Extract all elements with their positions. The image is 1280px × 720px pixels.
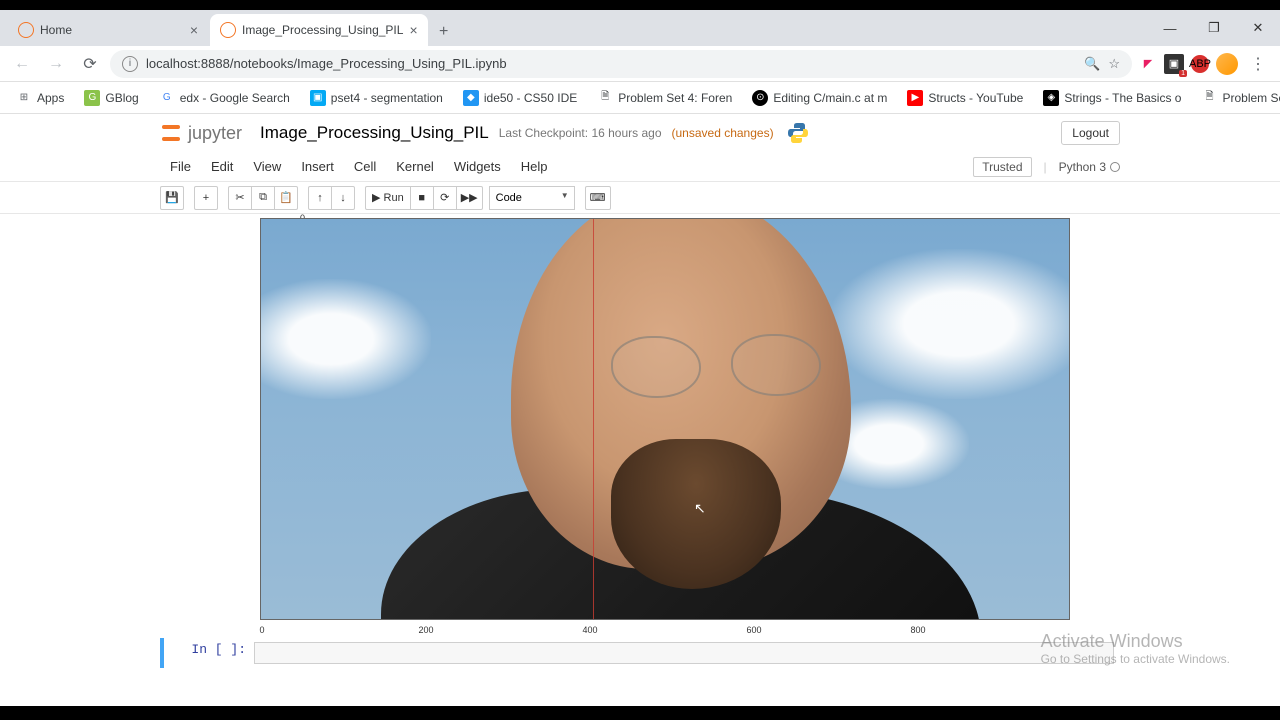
- run-button[interactable]: ▶ Run: [365, 186, 411, 210]
- bookmark-github[interactable]: ⊙Editing C/main.c at m: [744, 86, 895, 110]
- jupyter-favicon-icon: [220, 22, 236, 38]
- notebook-name[interactable]: Image_Processing_Using_PIL: [260, 123, 489, 143]
- x-tick: 0: [259, 625, 264, 635]
- copy-button[interactable]: ⧉: [251, 186, 275, 210]
- close-tab-icon[interactable]: ×: [409, 22, 417, 38]
- page-icon: 🗎: [1201, 90, 1217, 106]
- kernel-idle-icon: [1110, 162, 1120, 172]
- restart-button[interactable]: ⟳: [433, 186, 457, 210]
- bookmark-ide50[interactable]: ◆ide50 - CS50 IDE: [455, 86, 585, 110]
- google-icon: G: [159, 90, 175, 106]
- tab-title: Image_Processing_Using_PIL: [242, 23, 403, 37]
- bookmark-pset4[interactable]: ▣pset4 - segmentation: [302, 86, 451, 110]
- youtube-icon: ▶: [907, 90, 923, 106]
- bookmark-icon: G: [84, 90, 100, 106]
- url-text: localhost:8888/notebooks/Image_Processin…: [146, 56, 507, 71]
- browser-tab-home[interactable]: Home ×: [8, 14, 208, 46]
- extension-icon[interactable]: ◤: [1138, 54, 1158, 74]
- kernel-indicator[interactable]: Python 3: [1059, 160, 1120, 174]
- page-icon: 🗎: [597, 90, 613, 106]
- close-tab-icon[interactable]: ×: [190, 22, 198, 38]
- bookmarks-bar: ⊞ Apps GGBlog Gedx - Google Search ▣pset…: [0, 82, 1280, 114]
- bookmark-pset4-foren[interactable]: 🗎Problem Set 4: Foren: [589, 86, 740, 110]
- matplotlib-output: 0 100 200 300 400 0 200 400 60: [260, 218, 1120, 620]
- forward-button[interactable]: →: [42, 50, 70, 78]
- bookmark-youtube[interactable]: ▶Structs - YouTube: [899, 86, 1031, 110]
- adblock-icon[interactable]: ABP: [1190, 54, 1210, 74]
- address-row: ← → ⟳ i localhost:8888/notebooks/Image_P…: [0, 46, 1280, 82]
- window-controls: — ❐ ✕: [1148, 10, 1280, 46]
- maximize-button[interactable]: ❐: [1192, 12, 1236, 44]
- extension-icon[interactable]: ▣1: [1164, 54, 1184, 74]
- menu-bar: File Edit View Insert Cell Kernel Widget…: [0, 152, 1280, 182]
- interrupt-button[interactable]: ■: [410, 186, 434, 210]
- image-plot: [260, 218, 1070, 620]
- menu-insert[interactable]: Insert: [291, 155, 344, 178]
- restart-run-all-button[interactable]: ▶▶: [456, 186, 483, 210]
- github-icon: ⊙: [752, 90, 768, 106]
- jupyter-header: jupyter Image_Processing_Using_PIL Last …: [0, 114, 1280, 152]
- command-palette-button[interactable]: ⌨: [585, 186, 611, 210]
- cell-output: 0 100 200 300 400 0 200 400 60: [160, 214, 1120, 620]
- browser-tab-notebook[interactable]: Image_Processing_Using_PIL ×: [210, 14, 428, 46]
- x-tick: 600: [746, 625, 761, 635]
- add-cell-button[interactable]: +: [194, 186, 218, 210]
- save-button[interactable]: 💾: [160, 186, 184, 210]
- bookmark-icon: ◈: [1043, 90, 1059, 106]
- search-in-page-icon[interactable]: 🔍: [1084, 56, 1100, 72]
- bookmark-edx[interactable]: Gedx - Google Search: [151, 86, 298, 110]
- address-bar[interactable]: i localhost:8888/notebooks/Image_Process…: [110, 50, 1132, 78]
- apps-button[interactable]: ⊞ Apps: [8, 86, 72, 110]
- profile-avatar[interactable]: [1216, 53, 1238, 75]
- site-info-icon[interactable]: i: [122, 56, 138, 72]
- close-window-button[interactable]: ✕: [1236, 12, 1280, 44]
- menu-cell[interactable]: Cell: [344, 155, 386, 178]
- tab-title: Home: [40, 23, 72, 37]
- bookmark-strings[interactable]: ◈Strings - The Basics o: [1035, 86, 1189, 110]
- cell-type-select[interactable]: Code: [489, 186, 575, 210]
- move-up-button[interactable]: ↑: [308, 186, 332, 210]
- x-tick: 400: [582, 625, 597, 635]
- chrome-menu-button[interactable]: ⋮: [1244, 50, 1272, 78]
- code-input[interactable]: [254, 642, 1114, 664]
- bookmark-pset5[interactable]: 🗎Problem Set 5: Mispe: [1193, 86, 1280, 110]
- bookmark-star-icon[interactable]: ☆: [1108, 56, 1120, 72]
- back-button[interactable]: ←: [8, 50, 36, 78]
- unsaved-indicator: (unsaved changes): [672, 126, 774, 140]
- jupyter-logo-icon: [160, 122, 182, 144]
- vertical-line-marker: [593, 219, 594, 619]
- toolbar: 💾 + ✂ ⧉ 📋 ↑ ↓ ▶ Run ■ ⟳ ▶▶ Code ⌨: [0, 182, 1280, 214]
- page-content: jupyter Image_Processing_Using_PIL Last …: [0, 114, 1280, 706]
- menu-kernel[interactable]: Kernel: [386, 155, 444, 178]
- apps-grid-icon: ⊞: [16, 90, 32, 106]
- cs50-icon: ◆: [463, 90, 479, 106]
- code-cell[interactable]: In [ ]:: [160, 638, 1120, 668]
- menu-view[interactable]: View: [243, 155, 291, 178]
- cut-button[interactable]: ✂: [228, 186, 252, 210]
- menu-edit[interactable]: Edit: [201, 155, 243, 178]
- paste-button[interactable]: 📋: [274, 186, 298, 210]
- python-logo-icon: [784, 119, 812, 147]
- menu-widgets[interactable]: Widgets: [444, 155, 511, 178]
- windows-activation-watermark: Activate Windows Go to Settings to activ…: [1041, 631, 1230, 666]
- bookmark-icon: ▣: [310, 90, 326, 106]
- tab-bar: Home × Image_Processing_Using_PIL × +: [0, 10, 1280, 46]
- bookmark-gblog[interactable]: GGBlog: [76, 86, 146, 110]
- move-down-button[interactable]: ↓: [331, 186, 355, 210]
- input-prompt: In [ ]:: [164, 642, 254, 664]
- checkpoint-text: Last Checkpoint: 16 hours ago: [499, 126, 662, 140]
- notebook-body: 0 100 200 300 400 0 200 400 60: [0, 214, 1280, 668]
- jupyter-logo[interactable]: jupyter: [160, 122, 242, 144]
- reload-button[interactable]: ⟳: [76, 50, 104, 78]
- logout-button[interactable]: Logout: [1061, 121, 1120, 145]
- trusted-badge[interactable]: Trusted: [973, 157, 1031, 177]
- x-tick: 200: [418, 625, 433, 635]
- menu-help[interactable]: Help: [511, 155, 558, 178]
- new-tab-button[interactable]: +: [430, 18, 458, 46]
- menu-file[interactable]: File: [160, 155, 201, 178]
- jupyter-favicon-icon: [18, 22, 34, 38]
- minimize-button[interactable]: —: [1148, 12, 1192, 44]
- x-tick: 800: [910, 625, 925, 635]
